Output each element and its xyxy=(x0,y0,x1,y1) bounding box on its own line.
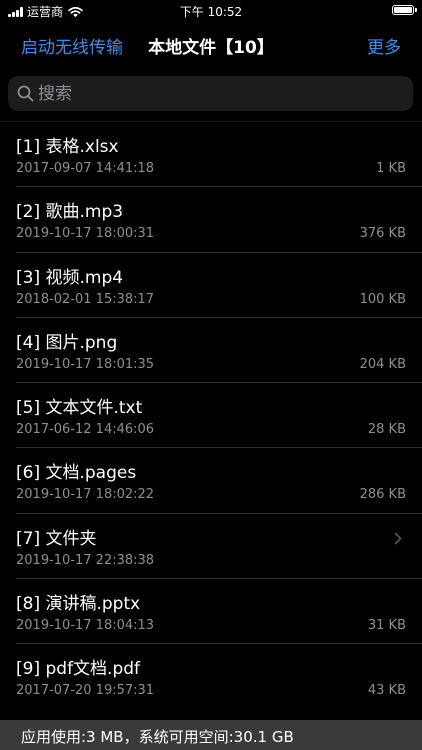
file-name: [3] 视频.mp4 xyxy=(16,267,124,288)
file-row[interactable]: [8] 演讲稿.pptx 2019-10-17 18:04:13 31 KB xyxy=(0,579,422,645)
file-size: 31 KB xyxy=(367,618,406,634)
more-button[interactable]: 更多 xyxy=(367,33,401,58)
file-row[interactable]: [6] 文档.pages 2019-10-17 18:02:22 286 KB xyxy=(0,448,422,514)
file-date: 2018-02-01 15:38:17 xyxy=(16,291,155,307)
battery-icon xyxy=(392,5,414,15)
file-date: 2017-09-07 14:41:18 xyxy=(16,161,155,176)
status-bar: 运营商 下午 10:52 xyxy=(0,0,422,22)
search-icon xyxy=(17,85,34,102)
storage-footer: 应用使用:3 MB，系统可用空间:30.1 GB xyxy=(0,720,422,750)
file-date: 2017-07-20 19:57:31 xyxy=(16,683,155,699)
file-row[interactable]: [1] 表格.xlsx 2017-09-07 14:41:18 1 KB xyxy=(0,122,422,188)
file-name: [7] 文件夹 xyxy=(16,528,97,549)
file-row[interactable]: [2] 歌曲.mp3 2019-10-17 18:00:31 376 KB xyxy=(0,187,422,253)
search-bar[interactable] xyxy=(8,76,413,111)
file-name: [1] 表格.xlsx xyxy=(16,137,119,157)
file-size: 100 KB xyxy=(359,291,406,307)
file-row[interactable]: [3] 视频.mp4 2018-02-01 15:38:17 100 KB xyxy=(0,253,422,318)
file-name: [8] 演讲稿.pptx xyxy=(16,594,141,615)
file-size: 286 KB xyxy=(359,487,406,503)
file-date: 2019-10-17 18:00:31 xyxy=(16,226,155,242)
search-input[interactable] xyxy=(38,76,398,111)
file-list: [1] 表格.xlsx 2017-09-07 14:41:18 1 KB [2]… xyxy=(0,122,422,710)
file-size: 43 KB xyxy=(367,683,406,699)
file-name: [5] 文本文件.txt xyxy=(16,398,143,419)
file-row[interactable]: [4] 图片.png 2019-10-17 18:01:35 204 KB xyxy=(0,318,422,384)
file-size: 1 KB xyxy=(376,161,406,176)
file-size: 376 KB xyxy=(359,226,406,242)
file-date: 2019-10-17 18:02:22 xyxy=(16,487,155,503)
file-date: 2019-10-17 18:01:35 xyxy=(16,356,155,372)
folder-row[interactable]: [7] 文件夹 2019-10-17 22:38:38 xyxy=(0,514,422,580)
storage-info: 应用使用:3 MB，系统可用空间:30.1 GB xyxy=(21,728,294,746)
navigation-bar: 启动无线传输 本地文件【10】 更多 xyxy=(0,22,422,66)
file-row[interactable]: [5] 文本文件.txt 2017-06-12 14:46:06 28 KB xyxy=(0,383,422,449)
file-name: [2] 歌曲.mp3 xyxy=(16,202,124,223)
file-size: 28 KB xyxy=(367,422,406,438)
file-date: 2019-10-17 22:38:38 xyxy=(16,552,155,568)
file-size: 204 KB xyxy=(359,356,406,372)
file-name: [4] 图片.png xyxy=(16,332,118,353)
chevron-right-icon xyxy=(394,532,402,545)
file-date: 2017-06-12 14:46:06 xyxy=(16,422,155,438)
file-date: 2019-10-17 18:04:13 xyxy=(16,618,155,634)
status-time: 下午 10:52 xyxy=(179,5,243,19)
file-name: [6] 文档.pages xyxy=(16,463,137,484)
page-title: 本地文件【10】 xyxy=(148,38,274,58)
file-name: [9] pdf文档.pdf xyxy=(16,659,141,680)
battery-cap xyxy=(415,8,417,12)
file-row[interactable]: [9] pdf文档.pdf 2017-07-20 19:57:31 43 KB xyxy=(0,644,422,709)
